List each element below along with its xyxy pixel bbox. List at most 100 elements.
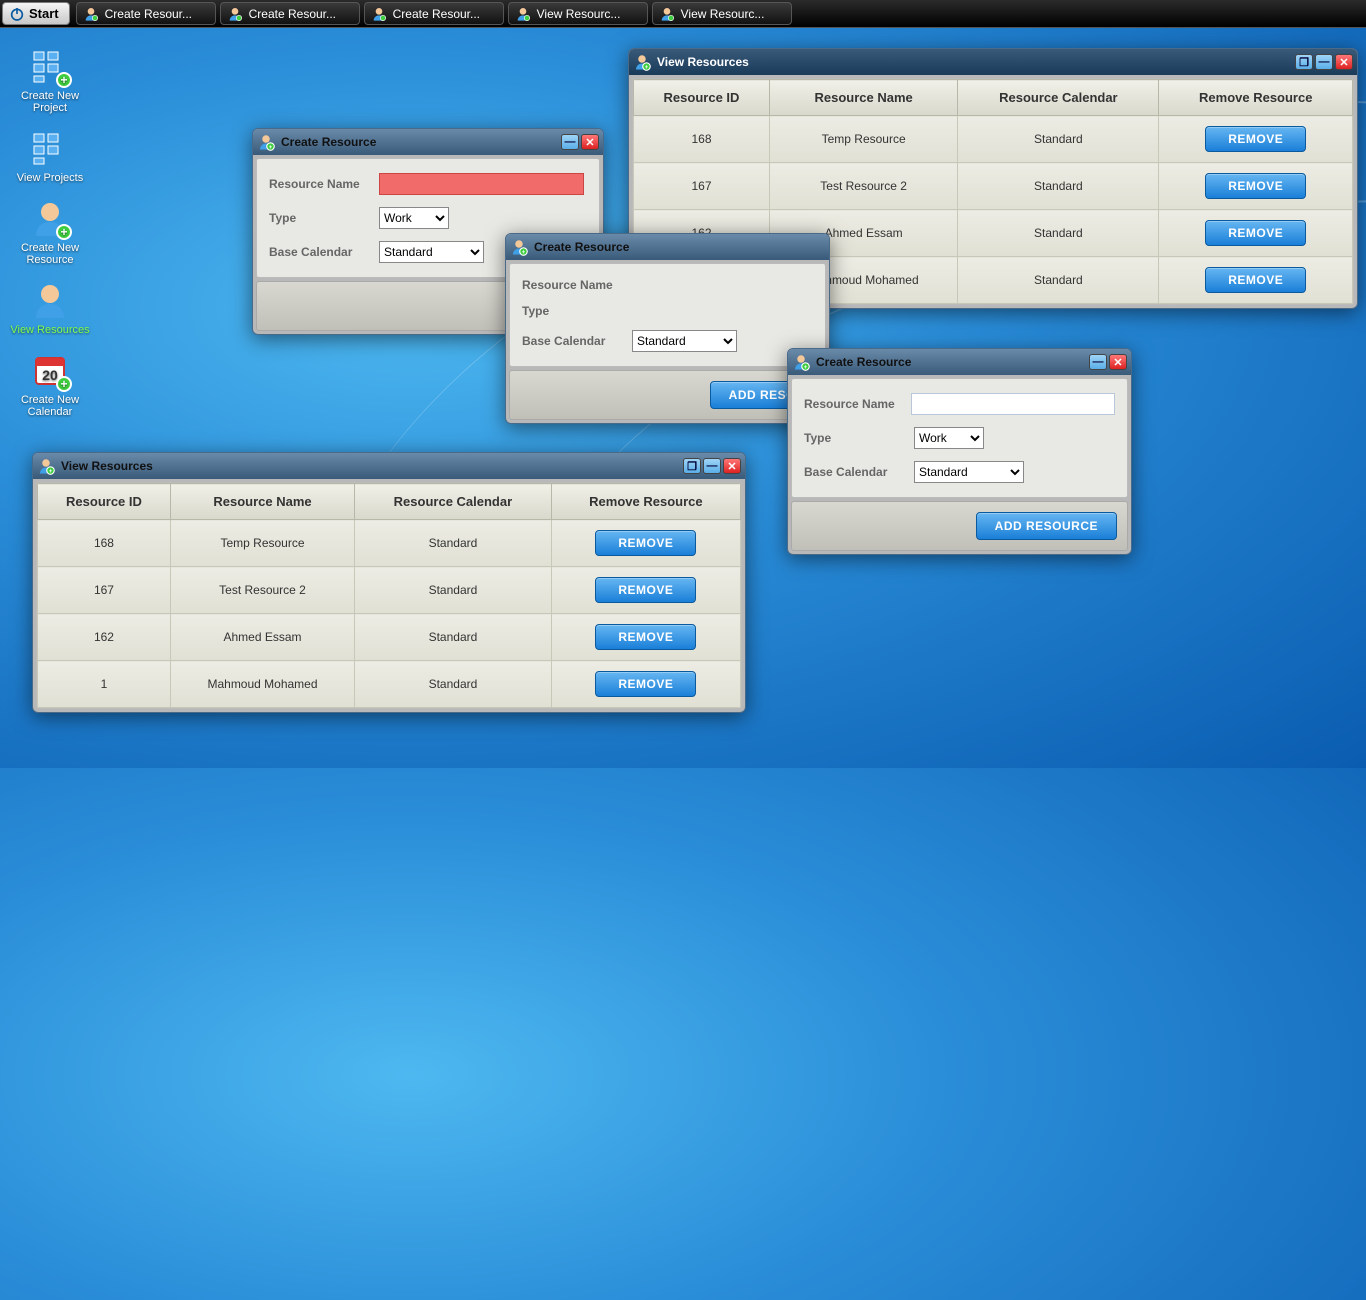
cell-calendar: Standard	[355, 661, 552, 708]
close-button[interactable]: ✕	[1109, 354, 1127, 370]
person-icon	[83, 6, 99, 22]
column-header: Resource Name	[769, 80, 957, 116]
calendar-icon: 20+	[30, 350, 70, 390]
close-button[interactable]: ✕	[581, 134, 599, 150]
minimize-button[interactable]: —	[1315, 54, 1333, 70]
window-title: View Resources	[657, 55, 1293, 69]
cell-name: Temp Resource	[170, 520, 354, 567]
power-icon	[9, 6, 25, 22]
icon-label: Create New Resource	[5, 242, 95, 266]
minimize-button[interactable]: —	[561, 134, 579, 150]
cell-name: Test Resource 2	[769, 163, 957, 210]
calendar-select[interactable]: Standard	[632, 330, 737, 352]
titlebar[interactable]: + Create Resource — ✕	[253, 129, 603, 155]
person-icon: +	[633, 53, 651, 71]
cell-id: 1	[38, 661, 171, 708]
person-icon	[515, 6, 531, 22]
desktop-icons: +Create New Project View Projects + Create …	[0, 40, 100, 432]
taskbar-tab[interactable]: Create Resour...	[76, 2, 216, 25]
cell-name: Temp Resource	[769, 116, 957, 163]
start-button[interactable]: Start	[2, 2, 70, 25]
maximize-button[interactable]: ❐	[1295, 54, 1313, 70]
taskbar-tab[interactable]: Create Resour...	[220, 2, 360, 25]
remove-button[interactable]: REMOVE	[1205, 173, 1306, 199]
table-row: 1Mahmoud MohamedStandardREMOVE	[38, 661, 741, 708]
start-label: Start	[29, 6, 59, 21]
maximize-button[interactable]: ❐	[683, 458, 701, 474]
person-icon: +	[792, 353, 810, 371]
desktop-icon[interactable]: + Create New Resource	[5, 198, 95, 266]
plus-badge-icon: +	[56, 376, 72, 392]
cell-id: 168	[38, 520, 171, 567]
cell-id: 167	[634, 163, 770, 210]
tab-label: Create Resour...	[393, 7, 480, 21]
person-icon	[371, 6, 387, 22]
taskbar-tab[interactable]: View Resourc...	[652, 2, 792, 25]
remove-button[interactable]: REMOVE	[1205, 267, 1306, 293]
close-button[interactable]: ✕	[1335, 54, 1353, 70]
desktop-icon[interactable]: 20+ Create New Calendar	[5, 350, 95, 418]
remove-button[interactable]: REMOVE	[595, 624, 696, 650]
window-title: Create Resource	[816, 355, 1087, 369]
window-title: View Resources	[61, 459, 681, 473]
minimize-button[interactable]: —	[703, 458, 721, 474]
calendar-select[interactable]: Standard	[379, 241, 484, 263]
column-header: Remove Resource	[551, 484, 740, 520]
remove-button[interactable]: REMOVE	[1205, 126, 1306, 152]
tab-label: View Resourc...	[537, 7, 621, 21]
titlebar[interactable]: + Create Resource	[506, 234, 829, 260]
project-icon: +	[30, 46, 70, 86]
person-icon	[30, 280, 70, 320]
remove-button[interactable]: REMOVE	[595, 671, 696, 697]
column-header: Resource ID	[38, 484, 171, 520]
cell-name: Ahmed Essam	[170, 614, 354, 661]
plus-badge-icon: +	[56, 224, 72, 240]
column-header: Resource Name	[170, 484, 354, 520]
icon-label: Create New Calendar	[5, 394, 95, 418]
cell-calendar: Standard	[355, 520, 552, 567]
resource-name-input[interactable]	[911, 393, 1115, 415]
tab-label: Create Resour...	[249, 7, 336, 21]
label-resource-name: Resource Name	[522, 278, 632, 292]
cell-calendar: Standard	[355, 614, 552, 661]
column-header: Remove Resource	[1159, 80, 1353, 116]
label-base-calendar: Base Calendar	[269, 245, 379, 259]
close-button[interactable]: ✕	[723, 458, 741, 474]
taskbar-tab[interactable]: Create Resour...	[364, 2, 504, 25]
cell-id: 162	[38, 614, 171, 661]
desktop-icon[interactable]: +Create New Project	[5, 46, 95, 114]
desktop-icon[interactable]: View Projects	[5, 128, 95, 184]
window-title: Create Resource	[281, 135, 559, 149]
person-icon	[227, 6, 243, 22]
column-header: Resource Calendar	[355, 484, 552, 520]
titlebar[interactable]: + Create Resource — ✕	[788, 349, 1131, 375]
table-row: 167Test Resource 2StandardREMOVE	[38, 567, 741, 614]
taskbar-tab[interactable]: View Resourc...	[508, 2, 648, 25]
person-icon: +	[510, 238, 528, 256]
cell-name: Test Resource 2	[170, 567, 354, 614]
svg-text:+: +	[804, 365, 808, 371]
tab-label: Create Resour...	[105, 7, 192, 21]
titlebar[interactable]: + View Resources ❐ — ✕	[629, 49, 1357, 75]
calendar-select[interactable]: Standard	[914, 461, 1024, 483]
remove-button[interactable]: REMOVE	[595, 530, 696, 556]
remove-button[interactable]: REMOVE	[1205, 220, 1306, 246]
label-base-calendar: Base Calendar	[804, 465, 914, 479]
svg-text:+: +	[49, 469, 53, 475]
cell-calendar: Standard	[958, 257, 1159, 304]
type-select[interactable]: Work	[379, 207, 449, 229]
remove-button[interactable]: REMOVE	[595, 577, 696, 603]
label-type: Type	[522, 304, 632, 318]
icon-label: View Resources	[5, 324, 95, 336]
minimize-button[interactable]: —	[1089, 354, 1107, 370]
label-resource-name: Resource Name	[269, 177, 379, 191]
column-header: Resource Calendar	[958, 80, 1159, 116]
desktop-icon[interactable]: View Resources	[5, 280, 95, 336]
cell-calendar: Standard	[355, 567, 552, 614]
add-resource-button[interactable]: ADD RESOURCE	[976, 512, 1117, 540]
table-row: 162Ahmed EssamStandard REMOVE	[38, 614, 741, 661]
titlebar[interactable]: + View Resources ❐ — ✕	[33, 453, 745, 479]
type-select[interactable]: Work	[914, 427, 984, 449]
create-resource-window: + Create Resource — ✕ Resource Name Type…	[787, 348, 1132, 555]
resource-name-input[interactable]	[379, 173, 584, 195]
